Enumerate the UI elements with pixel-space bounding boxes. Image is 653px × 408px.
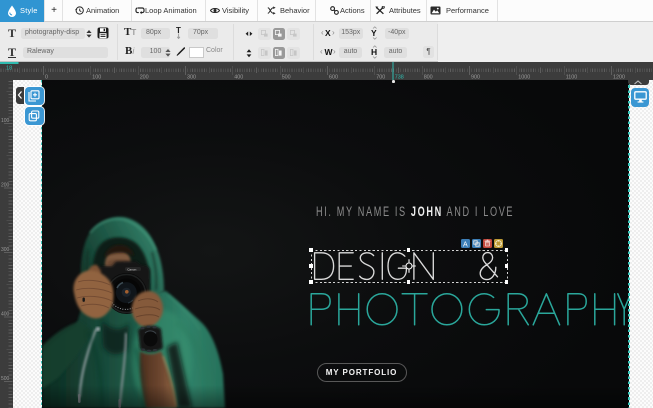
svg-text:500: 500 — [1, 376, 10, 382]
svg-text:Canon: Canon — [127, 267, 136, 271]
svg-text:200: 200 — [1, 183, 10, 189]
svg-text:300: 300 — [1, 247, 10, 253]
svg-text:18: 18 — [6, 66, 12, 72]
svg-text:A: A — [463, 241, 468, 248]
svg-text:100: 100 — [1, 118, 10, 124]
svg-text:400: 400 — [1, 312, 10, 318]
